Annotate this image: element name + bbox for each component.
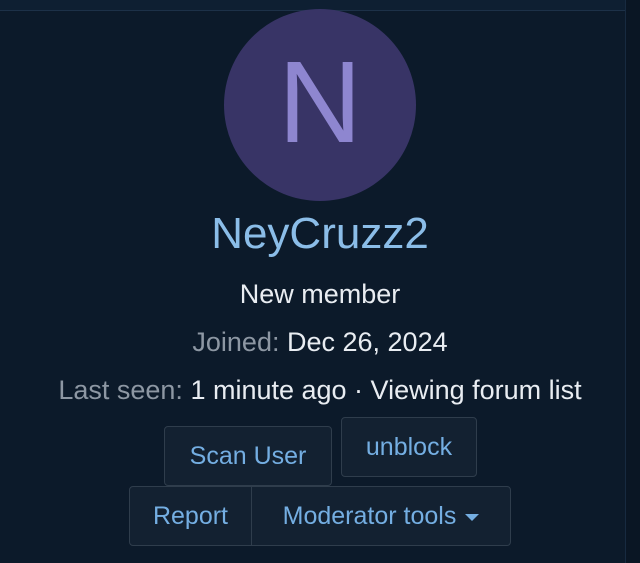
joined-label: Joined:	[192, 327, 280, 357]
action-button-group: Report Moderator tools	[129, 486, 511, 546]
joined-date: Dec 26, 2024	[286, 327, 448, 357]
moderator-tools-label: Moderator tools	[282, 501, 457, 530]
last-seen-row: Last seen: 1 minute ago · Viewing forum …	[0, 373, 640, 407]
moderator-tools-button[interactable]: Moderator tools	[252, 487, 510, 545]
joined-row: Joined: Dec 26, 2024	[0, 325, 640, 359]
avatar-letter: N	[278, 37, 362, 167]
report-button[interactable]: Report	[130, 487, 252, 545]
caret-down-icon	[465, 513, 480, 521]
user-title: New member	[239, 279, 401, 309]
unblock-button[interactable]: unblock	[341, 417, 477, 477]
last-seen-value: 1 minute ago · Viewing forum list	[190, 375, 582, 405]
report-label: Report	[152, 501, 229, 530]
username-link[interactable]: NeyCruzz2	[0, 206, 640, 262]
last-seen-label: Last seen:	[58, 375, 183, 405]
scan-user-button[interactable]: Scan User	[164, 426, 332, 486]
member-tooltip: N NeyCruzz2 New member Joined: Dec 26, 2…	[0, 0, 640, 563]
avatar[interactable]: N	[224, 9, 416, 201]
